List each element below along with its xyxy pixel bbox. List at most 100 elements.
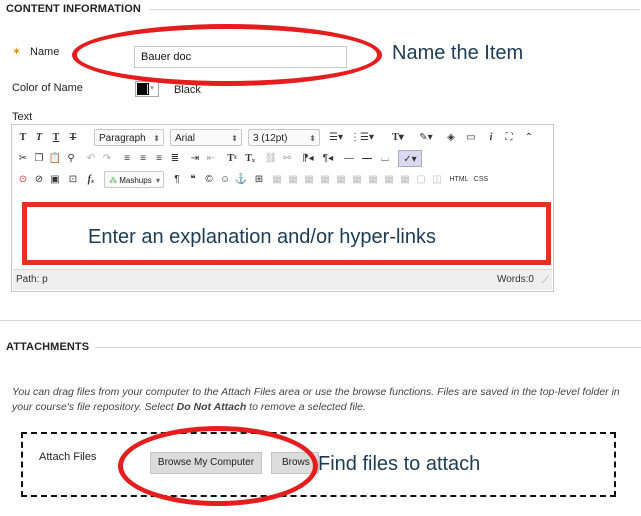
insert-row-after-icon[interactable]: ▦ — [334, 171, 348, 188]
delete-col-icon[interactable]: ▦ — [398, 171, 412, 188]
font-select[interactable]: Arial ⬍ — [170, 129, 242, 146]
emoticon-icon[interactable]: ☺ — [218, 171, 232, 188]
annotation-oval — [118, 426, 318, 506]
attach-files-label: Attach Files — [39, 451, 97, 463]
chevron-down-icon: ▾ — [147, 84, 156, 94]
insert-row-before-icon[interactable]: ▦ — [318, 171, 332, 188]
font-select-value: Arial — [175, 133, 196, 144]
highlight-icon[interactable]: ✎▾ — [416, 129, 436, 146]
editor-callout: Enter an explanation and/or hyper-links — [88, 226, 436, 248]
section-divider — [95, 347, 641, 348]
align-left-icon[interactable]: ≡ — [120, 150, 134, 167]
bullet-list-icon[interactable]: ☰▾ — [326, 129, 346, 146]
editor-status-bar: Path: p Words:0 ⟋ — [13, 269, 552, 290]
table-props-icon[interactable]: ▦ — [270, 171, 284, 188]
resize-handle-icon[interactable]: ⟋ — [542, 275, 549, 286]
content-information-title: CONTENT INFORMATION — [6, 3, 141, 15]
text-label: Text — [12, 111, 33, 123]
ltr-icon[interactable]: ⁋◂ — [300, 150, 316, 167]
select-caret-icon: ⬍ — [153, 134, 160, 143]
toolbar-row-3: ⊙ ⊘ ▣ ⊡ fₓ ⁂ Mashups ▾ ¶ ❝ © ☺ ⚓ ⊞ ▦ ▦ ▦ … — [16, 170, 551, 190]
horizontal-rule-icon[interactable]: — — [342, 150, 356, 167]
format-select[interactable]: Paragraph ⬍ — [94, 129, 164, 146]
description-line-2: your course's file repository. Select Do… — [12, 400, 637, 415]
preview-icon[interactable]: ▭ — [464, 129, 478, 146]
select-caret-icon: ⬍ — [309, 134, 316, 143]
copyright-icon[interactable]: © — [202, 171, 216, 188]
equation-icon[interactable]: fₓ — [84, 171, 98, 188]
justify-icon[interactable]: ≣ — [168, 150, 182, 167]
spellcheck-icon[interactable]: ✓▾ — [398, 150, 422, 167]
attachments-title: ATTACHMENTS — [6, 341, 90, 353]
eraser-icon[interactable]: ◈ — [444, 129, 458, 146]
text-color-icon[interactable]: T▾ — [388, 129, 408, 146]
mashups-icon: ⁂ — [109, 176, 117, 185]
superscript-icon[interactable]: Tˣ — [224, 150, 240, 167]
redo-icon[interactable]: ↷ — [100, 150, 114, 167]
format-select-value: Paragraph — [99, 133, 146, 144]
insert-col-after-icon[interactable]: ▦ — [382, 171, 396, 188]
name-label: Name — [30, 46, 60, 58]
align-right-icon[interactable]: ≡ — [152, 150, 166, 167]
chevron-down-icon: ▾ — [155, 176, 160, 185]
name-callout: Name the Item — [392, 42, 524, 64]
cell-props-icon[interactable]: ▦ — [302, 171, 316, 188]
subscript-icon[interactable]: Tₓ — [242, 150, 258, 167]
media-icon[interactable]: ⊙ — [16, 171, 30, 188]
select-caret-icon: ⬍ — [231, 134, 238, 143]
link-icon[interactable]: ⛓ — [264, 150, 278, 167]
files-callout: Find files to attach — [318, 453, 481, 475]
anchor-icon[interactable]: ⚓ — [234, 171, 248, 188]
annotation-oval — [72, 24, 382, 86]
bold-icon[interactable]: T — [16, 129, 30, 146]
undo-icon[interactable]: ↶ — [84, 150, 98, 167]
strikethrough-icon[interactable]: T — [66, 129, 80, 146]
merge-cells-icon[interactable]: ◫ — [430, 171, 444, 188]
italic-icon[interactable]: T — [32, 129, 46, 146]
paragraph-icon[interactable]: ¶ — [170, 171, 184, 188]
underline-icon[interactable]: T — [49, 129, 63, 146]
toolbar-row-1: T T T T Paragraph ⬍ Arial ⬍ 3 (12pt) ⬍ ☰▾ ⋮… — [16, 128, 551, 148]
split-cells-icon[interactable]: ▢ — [414, 171, 428, 188]
find-icon[interactable]: ⚲ — [64, 150, 78, 167]
numbered-list-icon[interactable]: ⋮☰▾ — [350, 129, 374, 146]
color-of-name-label: Color of Name — [12, 82, 83, 94]
required-icon: ✶ — [12, 46, 22, 58]
delete-row-icon[interactable]: ▦ — [350, 171, 364, 188]
collapse-icon[interactable]: ⌃ — [522, 129, 536, 146]
paste-icon[interactable]: 📋 — [48, 150, 62, 167]
row-props-icon[interactable]: ▦ — [286, 171, 300, 188]
insert-col-before-icon[interactable]: ▦ — [366, 171, 380, 188]
color-picker[interactable]: ▾ — [135, 81, 159, 97]
nonbreaking-space-icon[interactable]: ⌴ — [378, 150, 392, 167]
cut-icon[interactable]: ✂ — [16, 150, 30, 167]
embed-icon[interactable]: ⊡ — [66, 171, 80, 188]
section-divider — [150, 9, 640, 10]
description-text: to remove a selected file. — [246, 401, 366, 413]
image-icon[interactable]: ▣ — [48, 171, 62, 188]
align-center-icon[interactable]: ≡ — [136, 150, 150, 167]
color-value: Black — [174, 84, 201, 96]
table-icon[interactable]: ⊞ — [252, 171, 266, 188]
outdent-icon[interactable]: ⇤ — [204, 150, 218, 167]
description-text: your course's file repository. Select — [12, 401, 177, 413]
blockquote-icon[interactable]: ❝ — [186, 171, 200, 188]
size-select[interactable]: 3 (12pt) ⬍ — [248, 129, 320, 146]
size-select-value: 3 (12pt) — [253, 133, 288, 144]
rtl-icon[interactable]: ¶◂ — [320, 150, 336, 167]
fullscreen-icon[interactable]: ⛶ — [502, 129, 516, 146]
mashups-select[interactable]: ⁂ Mashups ▾ — [104, 171, 164, 188]
mashups-label: Mashups — [119, 176, 152, 185]
horizontal-line-icon[interactable]: — — [360, 150, 374, 167]
section-divider — [0, 320, 641, 321]
toolbar-row-2: ✂ ❐ 📋 ⚲ ↶ ↷ ≡ ≡ ≡ ≣ ⇥ ⇤ Tˣ Tₓ ⛓ ⚯ ⁋◂ ¶◂ … — [16, 149, 551, 169]
copy-icon[interactable]: ❐ — [32, 150, 46, 167]
css-button[interactable]: CSS — [472, 171, 490, 188]
attach-file-icon[interactable]: ⊘ — [32, 171, 46, 188]
info-icon[interactable]: i — [484, 129, 498, 146]
do-not-attach-emphasis: Do Not Attach — [176, 401, 247, 413]
word-count: Words:0 — [496, 274, 534, 285]
html-button[interactable]: HTML — [448, 171, 470, 188]
indent-icon[interactable]: ⇥ — [188, 150, 202, 167]
unlink-icon[interactable]: ⚯ — [280, 150, 294, 167]
